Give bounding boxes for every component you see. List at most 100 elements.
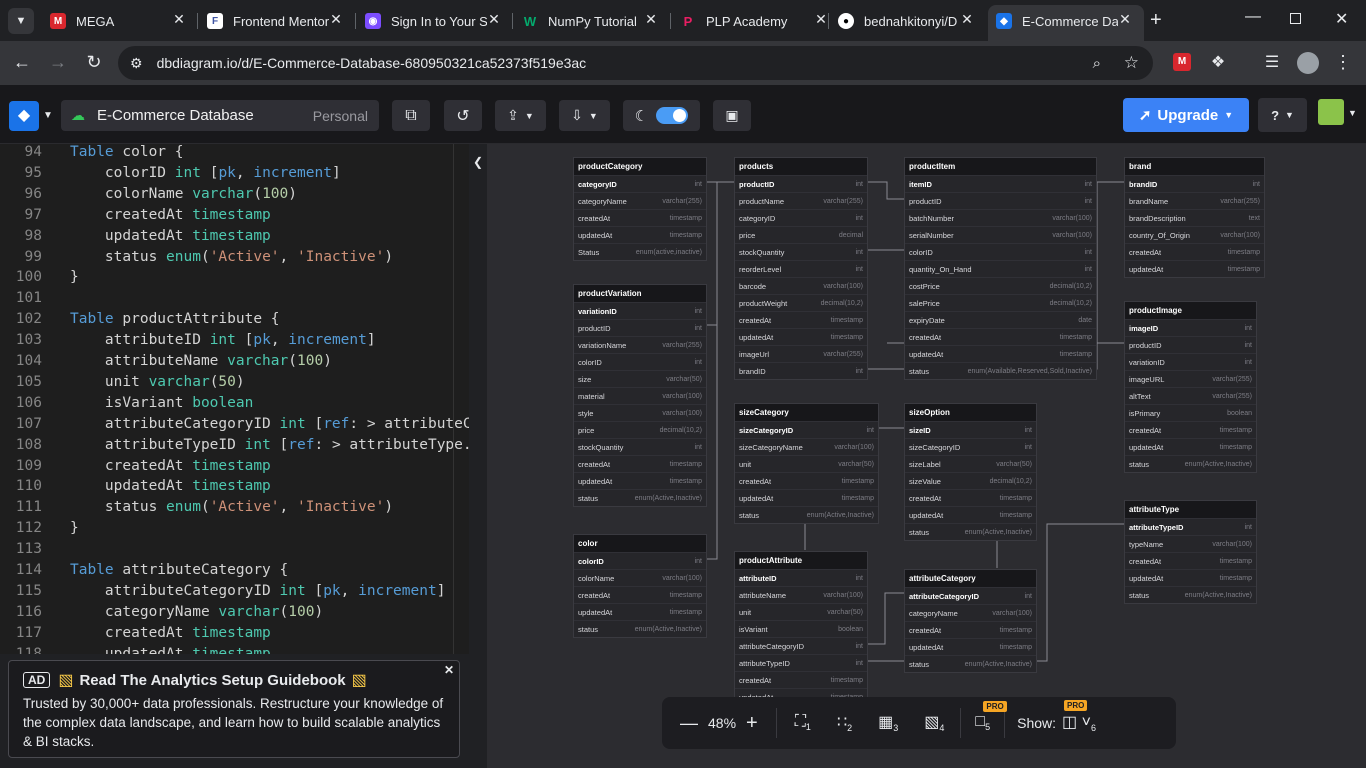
collapse-panel-button[interactable]: ❮ <box>469 147 487 177</box>
code-text[interactable]: status enum('Active', 'Inactive') <box>70 497 393 518</box>
fit-view-button[interactable]: ⛶1 <box>795 713 811 732</box>
table-field-row[interactable]: createdAt timestamp <box>574 586 706 603</box>
table-field-row[interactable]: productID int <box>1125 336 1256 353</box>
table-field-row[interactable]: createdAt timestamp <box>1125 421 1256 438</box>
code-text[interactable]: Table productAttribute { <box>70 309 280 330</box>
table-field-row[interactable]: expiryDate date <box>905 311 1096 328</box>
table-field-row[interactable]: createdAt timestamp <box>735 311 867 328</box>
table-field-row[interactable]: attributeCategoryID int <box>905 587 1036 604</box>
table-field-row[interactable]: colorID int <box>905 243 1096 260</box>
bookmark-star-icon[interactable]: ☆ <box>1124 53 1139 73</box>
close-icon[interactable]: ✕ <box>327 11 345 28</box>
table-field-row[interactable]: createdAt timestamp <box>735 671 867 688</box>
tab-plp[interactable]: P PLP Academy ✕ <box>680 8 830 34</box>
code-text[interactable]: Table color { <box>70 144 184 163</box>
tab-mega[interactable]: M MEGA ✕ <box>50 8 188 34</box>
code-line[interactable]: 96 colorName varchar(100) <box>0 184 469 205</box>
table-field-row[interactable]: productID int <box>735 175 867 192</box>
table-field-row[interactable]: country_Of_Origin varchar(100) <box>1125 226 1264 243</box>
table-productItem[interactable]: productItem itemID int productID int batchNum… <box>904 157 1097 380</box>
table-field-row[interactable]: productName varchar(255) <box>735 192 867 209</box>
zoom-out-button[interactable]: — <box>680 713 698 734</box>
profile-avatar[interactable] <box>1297 52 1319 74</box>
close-icon[interactable]: ✕ <box>1116 11 1134 28</box>
table-field-row[interactable]: categoryName varchar(255) <box>574 192 706 209</box>
restore-button[interactable] <box>1290 13 1301 24</box>
code-text[interactable]: unit varchar(50) <box>70 372 245 393</box>
tab-github[interactable]: ● bednahkitonyi/D ✕ <box>838 8 976 34</box>
tab-sign-in[interactable]: ◉ Sign In to Your S ✕ <box>365 8 503 34</box>
close-icon[interactable]: ✕ <box>642 11 660 28</box>
code-line[interactable]: 111 status enum('Active', 'Inactive') <box>0 497 469 518</box>
table-field-row[interactable]: brandID int <box>1125 175 1264 192</box>
code-line[interactable]: 116 categoryName varchar(100) <box>0 602 469 623</box>
table-field-row[interactable]: material varchar(100) <box>574 387 706 404</box>
code-line[interactable]: 100} <box>0 267 469 288</box>
table-header[interactable]: productItem <box>905 158 1096 175</box>
zoom-icon[interactable]: ⌕ <box>1093 55 1101 72</box>
table-field-row[interactable]: status enum(Available,Reserved,Sold,Inact… <box>905 362 1096 379</box>
url-text[interactable]: dbdiagram.io/d/E-Commerce-Database-68095… <box>157 55 587 71</box>
minimize-button[interactable]: — <box>1245 8 1261 26</box>
table-header[interactable]: products <box>735 158 867 175</box>
table-field-row[interactable]: attributeName varchar(100) <box>735 586 867 603</box>
close-icon[interactable]: ✕ <box>485 11 503 28</box>
code-text[interactable]: attributeID int [pk, increment] <box>70 330 376 351</box>
help-button[interactable]: ? ▼ <box>1258 98 1307 132</box>
table-field-row[interactable]: status enum(Active,Inactive) <box>905 655 1036 672</box>
table-field-row[interactable]: reorderLevel int <box>735 260 867 277</box>
editor-scrollbar[interactable] <box>453 144 469 654</box>
table-field-row[interactable]: isPrimary boolean <box>1125 404 1256 421</box>
code-text[interactable]: categoryName varchar(100) <box>70 602 323 623</box>
code-text[interactable]: updatedAt timestamp <box>70 226 271 247</box>
code-line[interactable]: 99 status enum('Active', 'Inactive') <box>0 247 469 268</box>
tab-dbdiagram[interactable]: ◆ E-Commerce Da ✕ <box>996 8 1134 34</box>
code-line[interactable]: 117 createdAt timestamp <box>0 623 469 644</box>
table-field-row[interactable]: brandDescription text <box>1125 209 1264 226</box>
media-controls-icon[interactable]: ☰ <box>1258 52 1286 72</box>
auto-arrange-button[interactable]: ∷2 <box>837 712 852 733</box>
export-button[interactable]: ⇪ ▼ <box>495 100 546 131</box>
table-productAttribute[interactable]: productAttribute attributeID int attributeN… <box>734 551 868 706</box>
table-field-row[interactable]: brandID int <box>735 362 867 379</box>
upgrade-button[interactable]: ➚ Upgrade ▼ <box>1123 98 1249 132</box>
code-line[interactable]: 98 updatedAt timestamp <box>0 226 469 247</box>
back-icon[interactable]: ← <box>8 52 36 73</box>
table-field-row[interactable]: status enum(Active,Inactive) <box>905 523 1036 540</box>
table-field-row[interactable]: updatedAt timestamp <box>735 489 878 506</box>
code-line[interactable]: 104 attributeName varchar(100) <box>0 351 469 372</box>
toggle-switch[interactable] <box>656 107 689 124</box>
table-header[interactable]: productVariation <box>574 285 706 302</box>
table-field-row[interactable]: price decimal <box>735 226 867 243</box>
chevron-down-icon[interactable]: ▼ <box>1348 108 1357 118</box>
new-tab-button[interactable]: + <box>1150 9 1162 32</box>
import-button[interactable]: ⇩ ▼ <box>559 100 610 131</box>
table-productCategory[interactable]: productCategory categoryID int categoryName… <box>573 157 707 261</box>
table-header[interactable]: sizeOption <box>905 404 1036 421</box>
table-header[interactable]: sizeCategory <box>735 404 878 421</box>
table-attributeType[interactable]: attributeType attributeTypeID int typeName v… <box>1124 500 1257 604</box>
table-field-row[interactable]: colorName varchar(100) <box>574 569 706 586</box>
table-field-row[interactable]: productID int <box>905 192 1096 209</box>
table-field-row[interactable]: colorID int <box>574 552 706 569</box>
code-text[interactable]: updatedAt timestamp <box>70 476 271 497</box>
table-field-row[interactable]: quantity_On_Hand int <box>905 260 1096 277</box>
code-text[interactable]: attributeCategoryID int [ref: > attribut… <box>70 414 469 435</box>
table-header[interactable]: attributeCategory <box>905 570 1036 587</box>
table-productImage[interactable]: productImage imageID int productID int variat… <box>1124 301 1257 473</box>
user-avatar[interactable] <box>1318 99 1344 125</box>
history-button[interactable]: ↺ <box>444 100 482 131</box>
table-sizeCategory[interactable]: sizeCategory sizeCategoryID int sizeCategor… <box>734 403 879 524</box>
table-field-row[interactable]: createdAt timestamp <box>1125 243 1264 260</box>
table-field-row[interactable]: variationID int <box>574 302 706 319</box>
code-text[interactable]: createdAt timestamp <box>70 456 271 477</box>
code-line[interactable]: 113 <box>0 539 469 560</box>
connect-view-button[interactable]: ▦3 <box>878 712 898 733</box>
code-text[interactable]: createdAt timestamp <box>70 623 271 644</box>
table-field-row[interactable]: createdAt timestamp <box>574 455 706 472</box>
code-text[interactable]: isVariant boolean <box>70 393 253 414</box>
reload-icon[interactable]: ↻ <box>80 52 108 73</box>
zoom-in-button[interactable]: + <box>746 712 758 735</box>
dark-mode-toggle[interactable]: ☾ <box>623 100 700 131</box>
crop-button[interactable]: ▧4 <box>924 712 944 733</box>
